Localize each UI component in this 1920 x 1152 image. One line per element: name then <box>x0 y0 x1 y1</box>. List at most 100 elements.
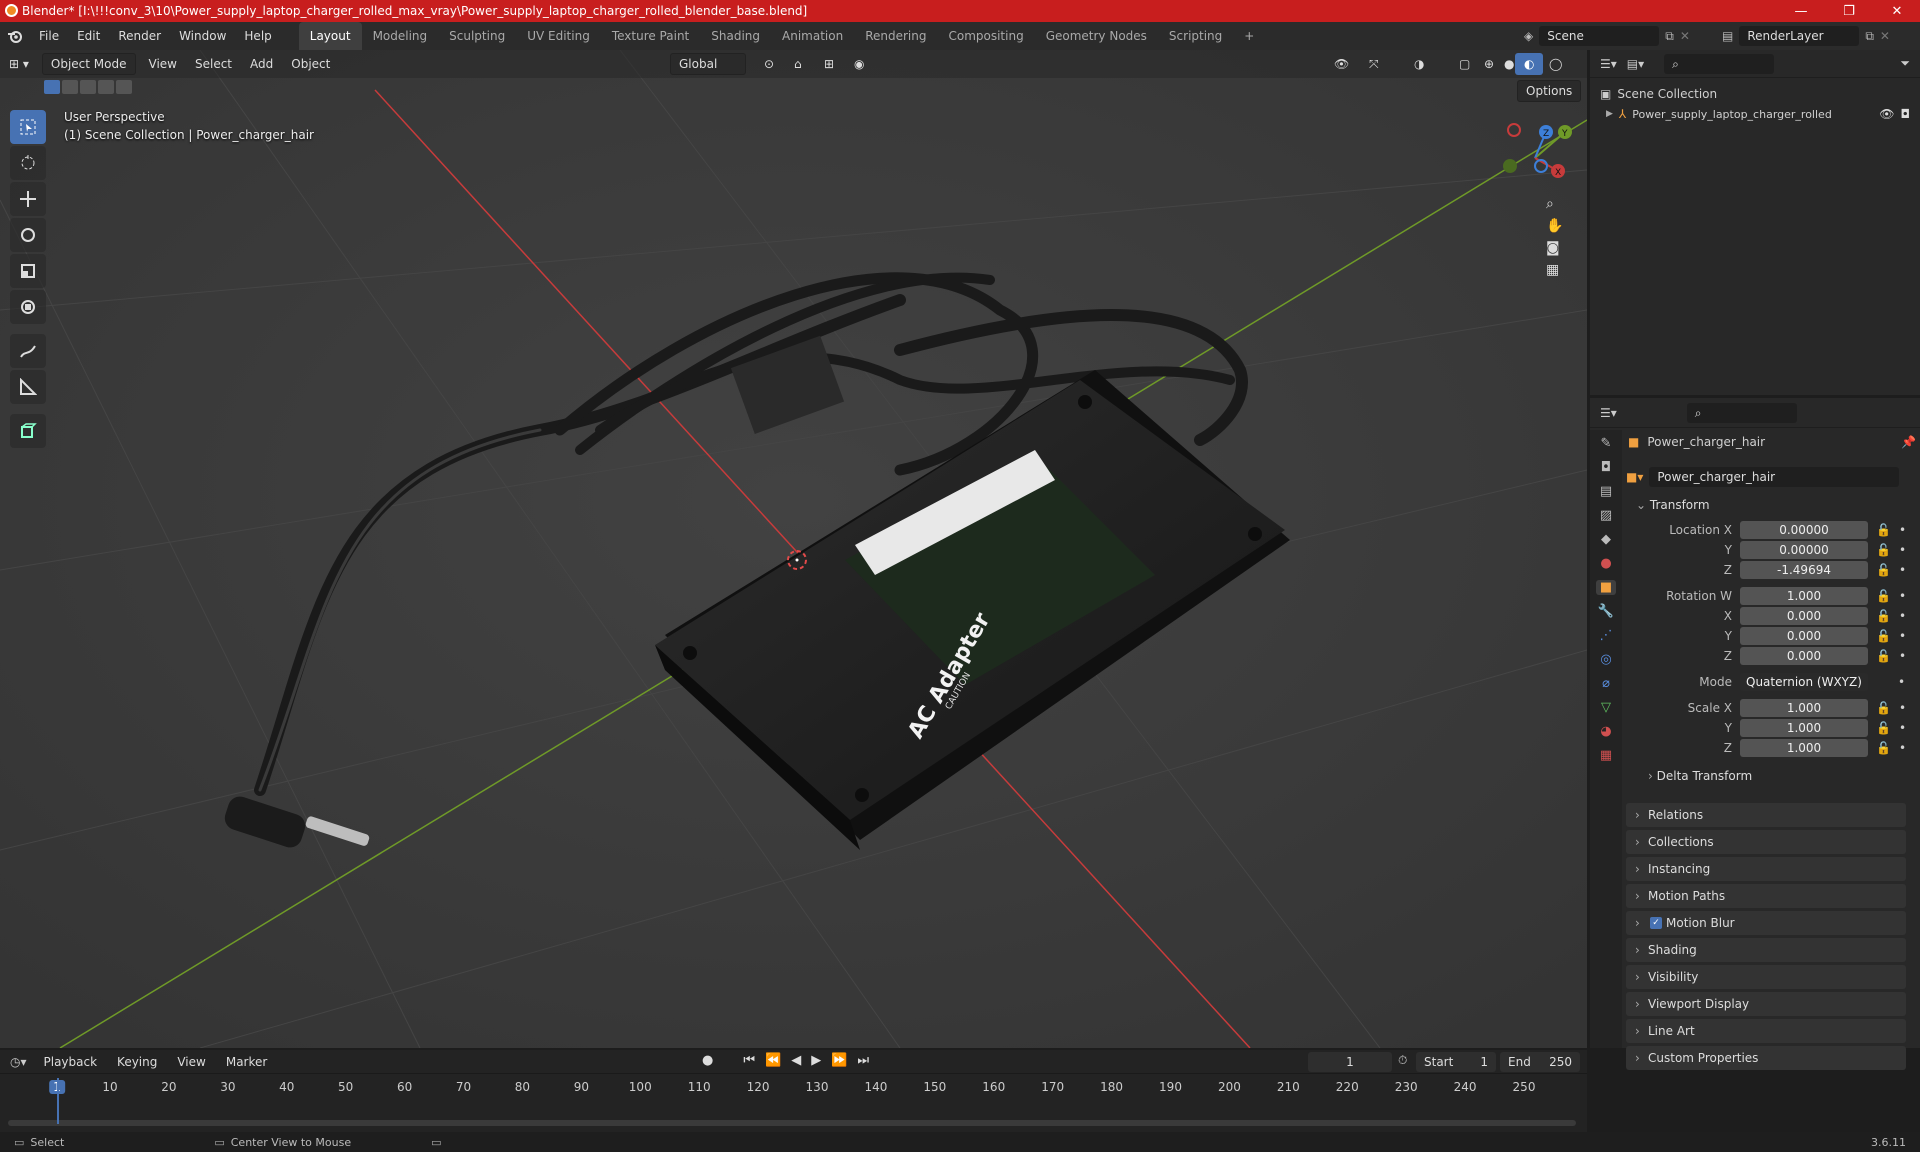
delete-scene-icon[interactable]: ✕ <box>1680 29 1690 43</box>
play-icon[interactable]: ▶ <box>811 1053 821 1068</box>
rotation-x-field[interactable]: 0.000 <box>1740 607 1868 625</box>
blender-menu-icon[interactable] <box>0 29 30 43</box>
menu-edit[interactable]: Edit <box>68 22 109 50</box>
hide-eye-icon[interactable]: 👁 <box>1879 107 1894 121</box>
keyframe-dot-icon[interactable]: • <box>1899 523 1906 537</box>
scene-field[interactable]: Scene <box>1539 26 1660 46</box>
keyframe-dot-icon[interactable]: • <box>1899 721 1906 735</box>
rotation-w-field[interactable]: 1.000 <box>1740 587 1868 605</box>
annotate-tool[interactable] <box>10 334 46 368</box>
lock-icon[interactable]: 🔓 <box>1876 523 1891 537</box>
location-z-field[interactable]: -1.49694 <box>1740 561 1868 579</box>
new-scene-icon[interactable]: ⧉ <box>1665 29 1674 44</box>
lock-icon[interactable]: 🔓 <box>1876 589 1891 603</box>
section-visibility[interactable]: Visibility <box>1626 965 1906 989</box>
timeline-menu-view[interactable]: View <box>168 1051 214 1073</box>
tab-uv-editing[interactable]: UV Editing <box>516 22 601 50</box>
lock-icon[interactable]: 🔓 <box>1876 629 1891 643</box>
transform-orientation-dropdown[interactable]: Global <box>670 53 746 75</box>
delta-transform-section[interactable]: › Delta Transform <box>1626 766 1916 786</box>
outliner-search-input[interactable]: ⌕ <box>1664 53 1775 74</box>
filter-icon[interactable]: ⏷ <box>1900 56 1910 71</box>
transform-header[interactable]: ⌄ Transform <box>1626 494 1916 516</box>
new-renderlayer-icon[interactable]: ⧉ <box>1865 29 1874 44</box>
properties-editor-icon[interactable]: ☰▾ <box>1600 406 1617 420</box>
scale-tool[interactable] <box>10 254 46 288</box>
section-motion-paths[interactable]: Motion Paths <box>1626 884 1906 908</box>
playhead-line[interactable] <box>57 1078 59 1124</box>
tab-modeling[interactable]: Modeling <box>362 22 439 50</box>
current-frame-field[interactable]: 1 <box>1308 1052 1392 1072</box>
keyframe-dot-icon[interactable]: • <box>1899 589 1906 603</box>
renderlayer-selector-icon[interactable]: ▤ <box>1722 29 1733 43</box>
motion-blur-checkbox[interactable]: ✓ <box>1650 917 1662 929</box>
scene-collection-row[interactable]: ▣ Scene Collection <box>1600 84 1910 104</box>
add-cube-tool[interactable] <box>10 414 46 448</box>
properties-search-input[interactable]: ⌕ <box>1686 402 1797 423</box>
tab-compositing[interactable]: Compositing <box>937 22 1034 50</box>
timeline-ruler[interactable]: 1102030405060708090100110120130140150160… <box>0 1078 1587 1098</box>
record-icon[interactable]: ● <box>702 1053 713 1068</box>
scale-z-field[interactable]: 1.000 <box>1740 739 1868 757</box>
tab-animation[interactable]: Animation <box>771 22 854 50</box>
location-y-field[interactable]: 0.00000 <box>1740 541 1868 559</box>
keyframe-dot-icon[interactable]: • <box>1899 543 1906 557</box>
viewport-menu-add[interactable]: Add <box>241 53 282 75</box>
section-motion-blur[interactable]: ✓ Motion Blur <box>1626 911 1906 935</box>
viewport-menu-select[interactable]: Select <box>186 53 241 75</box>
close-button[interactable]: ✕ <box>1874 0 1920 22</box>
jump-start-icon[interactable]: ⏮ <box>743 1053 755 1068</box>
proportional-edit-icon[interactable]: ◉ <box>845 53 873 75</box>
cursor-tool[interactable] <box>10 146 46 180</box>
preview-range-icon[interactable]: ⏱ <box>1398 1053 1407 1068</box>
transform-tool[interactable] <box>10 290 46 324</box>
keyframe-dot-icon[interactable]: • <box>1899 629 1906 643</box>
next-keyframe-icon[interactable]: ⏩ <box>831 1053 847 1068</box>
snap-icon[interactable]: ⌂ <box>785 53 811 75</box>
lock-icon[interactable]: 🔓 <box>1876 649 1891 663</box>
lock-icon[interactable]: 🔓 <box>1876 701 1891 715</box>
viewport-menu-view[interactable]: View <box>140 53 186 75</box>
editor-type-button[interactable]: ⊞ ▾ <box>0 53 38 75</box>
options-dropdown[interactable]: Options <box>1517 80 1582 102</box>
tab-sculpting[interactable]: Sculpting <box>438 22 516 50</box>
section-collections[interactable]: Collections <box>1626 830 1906 854</box>
expand-arrow-icon[interactable]: ▶ <box>1606 109 1613 119</box>
timeline-menu-marker[interactable]: Marker <box>217 1051 276 1073</box>
select-intersect-icon[interactable] <box>116 80 132 94</box>
timeline-scrollbar[interactable] <box>8 1120 1576 1126</box>
rotation-z-field[interactable]: 0.000 <box>1740 647 1868 665</box>
select-extend-icon[interactable] <box>62 80 78 94</box>
keyframe-dot-icon[interactable]: • <box>1899 701 1906 715</box>
jump-end-icon[interactable]: ⏭ <box>857 1053 869 1068</box>
datablock-icon[interactable]: ■▾ <box>1626 470 1643 484</box>
play-reverse-icon[interactable]: ◀ <box>791 1053 801 1068</box>
pin-icon[interactable]: 📌 <box>1901 435 1916 449</box>
visibility-icon[interactable]: 👁 <box>1325 53 1358 75</box>
pivot-point-icon[interactable]: ⊙ <box>755 53 783 75</box>
tool-tab-icon[interactable]: ✎ <box>1601 436 1612 451</box>
keyframe-dot-icon[interactable]: • <box>1898 675 1905 689</box>
menu-window[interactable]: Window <box>170 22 235 50</box>
select-invert-icon[interactable] <box>98 80 114 94</box>
display-mode-icon[interactable]: ▤▾ <box>1627 57 1644 71</box>
gizmo-toggle-icon[interactable]: ⤧ <box>1360 53 1388 75</box>
snap-target-icon[interactable]: ⊞ <box>815 53 843 75</box>
add-workspace-button[interactable]: + <box>1233 22 1265 50</box>
zoom-icon[interactable]: ⌕ <box>1546 196 1563 212</box>
section-line-art[interactable]: Line Art <box>1626 1019 1906 1043</box>
lock-icon[interactable]: 🔓 <box>1876 721 1891 735</box>
keyframe-dot-icon[interactable]: • <box>1899 609 1906 623</box>
start-frame-field[interactable]: Start 1 <box>1416 1052 1496 1072</box>
lock-icon[interactable]: 🔓 <box>1876 563 1891 577</box>
3d-viewport[interactable]: AC Adapter CAUTION <box>0 50 1587 1048</box>
scene-selector-icon[interactable]: ◈ <box>1524 29 1533 43</box>
overlays-icon[interactable]: ◑ <box>1405 53 1433 75</box>
tab-shading[interactable]: Shading <box>700 22 771 50</box>
lock-icon[interactable]: 🔓 <box>1876 543 1891 557</box>
renderlayer-field[interactable]: RenderLayer <box>1739 26 1860 46</box>
tab-scripting[interactable]: Scripting <box>1158 22 1233 50</box>
object-name-field[interactable]: Power_charger_hair <box>1649 467 1900 487</box>
tab-texture-paint[interactable]: Texture Paint <box>601 22 700 50</box>
menu-render[interactable]: Render <box>109 22 170 50</box>
